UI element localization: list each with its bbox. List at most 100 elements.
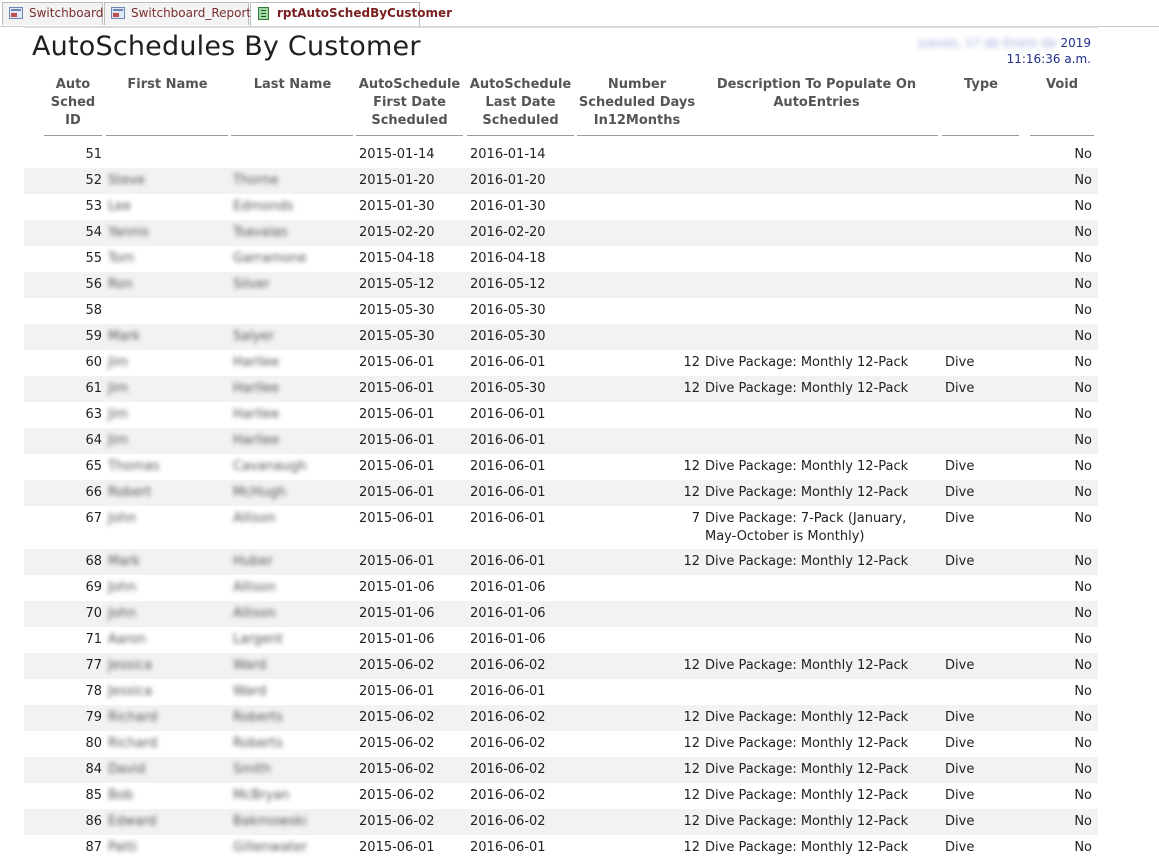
table-row: 69 John Allison 2015-01-06 2016-01-06 No	[24, 575, 1098, 601]
cell-days: 12	[683, 814, 700, 829]
cell-days: 12	[683, 459, 700, 474]
cell-type: Dive	[945, 788, 975, 803]
cell-id: 61	[85, 381, 102, 396]
cell-void: No	[1074, 251, 1092, 266]
cell-last-date: 2016-06-02	[470, 658, 546, 673]
cell-last-date: 2016-06-02	[470, 710, 546, 725]
column-header-type: Type	[964, 77, 998, 92]
cell-id: 56	[85, 277, 102, 292]
cell-first-date: 2015-06-02	[359, 658, 435, 673]
table-row: 71 Aaron Largent 2015-01-06 2016-01-06 No	[24, 627, 1098, 653]
cell-first-name: David	[108, 762, 146, 777]
cell-first-date: 2015-06-01	[359, 459, 435, 474]
tab-switchboard[interactable]: Switchboard	[2, 2, 103, 25]
cell-last-name: Ward	[233, 684, 267, 699]
cell-last-date: 2016-06-01	[470, 355, 546, 370]
cell-first-date: 2015-06-01	[359, 840, 435, 855]
cell-first-name: Jim	[108, 407, 129, 422]
cell-description: Dive Package: Monthly 12-Pack	[705, 381, 909, 396]
tab-rpt-autosched-by-customer[interactable]: rptAutoSchedByCustomer	[250, 2, 452, 26]
cell-days: 12	[683, 762, 700, 777]
cell-void: No	[1074, 710, 1092, 725]
cell-last-name: Thorne	[233, 173, 279, 188]
cell-id: 66	[85, 485, 102, 500]
cell-last-name: Smith	[233, 762, 271, 777]
table-row: 66 Robert McHugh 2015-06-01 2016-06-01 12 Dive…	[24, 480, 1098, 506]
cell-type: Dive	[945, 485, 975, 500]
cell-first-date: 2015-06-01	[359, 407, 435, 422]
cell-void: No	[1074, 658, 1092, 673]
report-time: 11:16:36 a.m.	[1006, 52, 1091, 66]
cell-id: 86	[85, 814, 102, 829]
cell-days: 12	[683, 355, 700, 370]
cell-id: 63	[85, 407, 102, 422]
cell-last-name: Tsavalas	[233, 225, 288, 240]
table-row: 53 Lee Edmonds 2015-01-30 2016-01-30 No	[24, 194, 1098, 220]
cell-last-date: 2016-05-30	[470, 303, 546, 318]
tab-label: Switchboard	[29, 6, 104, 20]
cell-first-date: 2015-06-01	[359, 684, 435, 699]
form-icon	[9, 7, 23, 19]
cell-last-date: 2016-06-01	[470, 433, 546, 448]
cell-first-name: Richard	[108, 736, 158, 751]
table-row: 52 Steve Thorne 2015-01-20 2016-01-20 No	[24, 168, 1098, 194]
cell-void: No	[1074, 580, 1092, 595]
table-row: 55 Tom Garramone 2015-04-18 2016-04-18 No	[24, 246, 1098, 272]
table-row: 86 Edward Bakmowski 2015-06-02 2016-06-02 12 D…	[24, 809, 1098, 835]
cell-last-date: 2016-01-30	[470, 199, 546, 214]
cell-type: Dive	[945, 710, 975, 725]
cell-last-name: Huber	[233, 554, 273, 569]
cell-last-date: 2016-06-01	[470, 840, 546, 855]
cell-first-date: 2015-06-02	[359, 762, 435, 777]
cell-days: 12	[683, 554, 700, 569]
cell-id: 84	[85, 762, 102, 777]
cell-last-date: 2016-06-02	[470, 736, 546, 751]
cell-first-date: 2015-01-30	[359, 199, 435, 214]
table-row: 78 Jessica Ward 2015-06-01 2016-06-01 No	[24, 679, 1098, 705]
cell-first-date: 2015-06-01	[359, 485, 435, 500]
cell-first-date: 2015-06-02	[359, 814, 435, 829]
tab-switchboard-reports[interactable]: Switchboard_Reports	[104, 2, 257, 25]
cell-id: 54	[85, 225, 102, 240]
cell-type: Dive	[945, 459, 975, 474]
cell-id: 71	[85, 632, 102, 647]
cell-void: No	[1074, 840, 1092, 855]
table-row: 87 Patti Gillenwater 2015-06-01 2016-06-01 12…	[24, 835, 1098, 861]
cell-type: Dive	[945, 511, 975, 526]
cell-last-date: 2016-05-30	[470, 329, 546, 344]
cell-id: 58	[85, 303, 102, 318]
cell-first-date: 2015-01-20	[359, 173, 435, 188]
cell-id: 79	[85, 710, 102, 725]
header-divider	[356, 135, 463, 136]
cell-last-date: 2016-01-06	[470, 580, 546, 595]
cell-first-name: Bob	[108, 788, 134, 803]
cell-id: 60	[85, 355, 102, 370]
cell-last-name: Allison	[233, 606, 276, 621]
header-divider	[942, 135, 1019, 136]
cell-last-name: Ward	[233, 658, 267, 673]
report-date-weekday: jueves, 17 de Enero de	[918, 36, 1057, 50]
cell-void: No	[1074, 736, 1092, 751]
cell-last-name: Roberts	[233, 710, 283, 725]
cell-first-name: John	[108, 606, 137, 621]
column-header-id: Auto Sched ID	[50, 77, 96, 128]
cell-first-name: Richard	[108, 710, 158, 725]
cell-void: No	[1074, 407, 1092, 422]
cell-void: No	[1074, 511, 1092, 526]
cell-void: No	[1074, 147, 1092, 162]
cell-days: 7	[691, 511, 700, 526]
document-tab-bar: Switchboard Switchboard_Reports rptAutoS…	[0, 0, 1159, 27]
table-row: 59 Mark Salyer 2015-05-30 2016-05-30 No	[24, 324, 1098, 350]
table-row: 85 Bob McBryan 2015-06-02 2016-06-02 12 Dive P…	[24, 783, 1098, 809]
cell-last-date: 2016-01-06	[470, 632, 546, 647]
cell-id: 85	[85, 788, 102, 803]
cell-id: 70	[85, 606, 102, 621]
cell-last-name: Garramone	[233, 251, 307, 266]
header-divider	[44, 135, 102, 136]
cell-void: No	[1074, 355, 1092, 370]
report-date: jueves, 17 de Enero de 2019	[918, 36, 1091, 50]
cell-description: Dive Package: Monthly 12-Pack	[705, 485, 909, 500]
cell-id: 68	[85, 554, 102, 569]
cell-type: Dive	[945, 762, 975, 777]
cell-days: 12	[683, 736, 700, 751]
